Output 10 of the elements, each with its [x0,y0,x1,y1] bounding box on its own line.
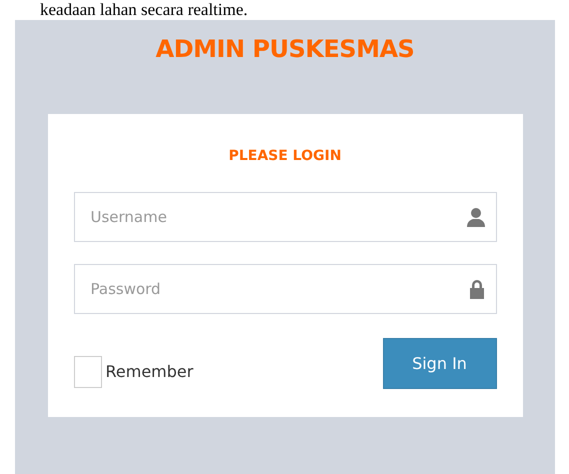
sign-in-button[interactable]: Sign In [382,338,496,389]
user-icon [466,207,484,227]
caption-text: keadaan lahan secara realtime. [39,0,249,20]
password-field[interactable]: Password [74,264,496,314]
remember-checkbox[interactable] [74,356,102,388]
remember-label: Remember [106,362,194,381]
login-heading: PLEASE LOGIN [228,148,342,164]
app-title: ADMIN PUSKESMAS [156,34,414,64]
username-field[interactable]: Username [74,192,496,242]
lock-icon [468,279,484,299]
